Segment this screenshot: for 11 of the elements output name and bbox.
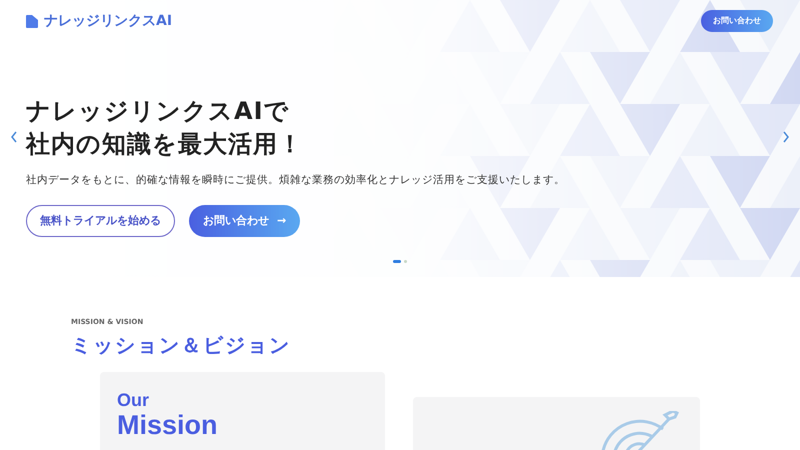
slide-indicator[interactable]: [393, 260, 401, 263]
contact-button[interactable]: お問い合わせ →: [189, 204, 300, 237]
trial-button[interactable]: 無料トライアルを始める: [26, 204, 175, 237]
hero-description: 社内データをもとに、的確な情報を瞬時にご提供。煩雑な業務の効率化とナレッジ活用をご支援いたします。: [26, 173, 565, 188]
hero-title: 社内の知識を最大活用！: [26, 129, 303, 160]
section-heading: ミッション＆ビジョン: [71, 332, 292, 358]
contact-button[interactable]: お問い合わせ: [701, 10, 773, 32]
logo-icon: [26, 14, 38, 28]
logo-text[interactable]: ナレッジリンクスAI: [44, 10, 172, 32]
mission-card-title: Our Mission: [117, 390, 219, 440]
hero-title: ナレッジリンクスAIで: [26, 96, 290, 127]
